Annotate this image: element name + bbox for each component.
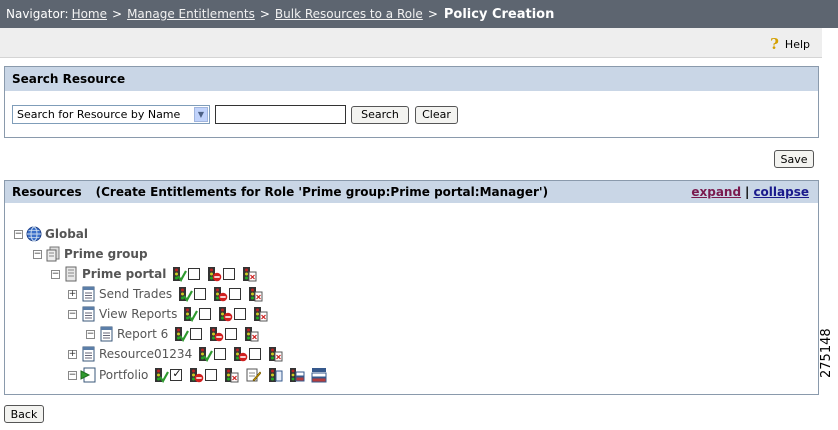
tree-node-label[interactable]: Prime group bbox=[64, 247, 148, 261]
collapse-toggle-icon[interactable]: − bbox=[68, 370, 77, 380]
tree-node-prime-group[interactable]: − Prime group bbox=[33, 245, 151, 263]
search-type-select[interactable]: Search for Resource by Name ▼ bbox=[12, 105, 210, 124]
breadcrumb-home[interactable]: Home bbox=[72, 7, 107, 21]
delegate-policy-icon[interactable] bbox=[252, 306, 268, 322]
deny-policy-icon bbox=[188, 367, 204, 383]
portlet-icon bbox=[80, 367, 96, 383]
navigator-label: Navigator: bbox=[6, 7, 69, 21]
tree-node-prime-portal[interactable]: − Prime portal bbox=[51, 265, 257, 283]
allow-policy-icon bbox=[153, 367, 169, 383]
document-icon bbox=[80, 306, 96, 322]
server-group-icon bbox=[45, 246, 61, 262]
help-label: Help bbox=[784, 37, 810, 51]
expand-toggle-icon[interactable]: + bbox=[68, 349, 77, 359]
collapse-toggle-icon[interactable]: − bbox=[33, 249, 42, 259]
tree-node-label[interactable]: Prime portal bbox=[82, 267, 166, 281]
server-icon bbox=[63, 266, 79, 282]
resources-title: Resources bbox=[12, 185, 82, 199]
tree-node-send-trades[interactable]: + Send Trades bbox=[68, 285, 263, 303]
help-link[interactable]: ? Help bbox=[770, 35, 810, 53]
breadcrumb-separator: > bbox=[112, 7, 123, 21]
expand-collapse-links: expand | collapse bbox=[691, 185, 809, 199]
deny-checkbox[interactable] bbox=[223, 268, 236, 280]
document-icon bbox=[98, 326, 114, 342]
allow-checkbox[interactable] bbox=[214, 348, 227, 360]
allow-policy-icon bbox=[173, 326, 189, 342]
allow-checkbox[interactable] bbox=[199, 308, 212, 320]
link-separator: | bbox=[745, 185, 750, 199]
allow-policy-icon bbox=[171, 266, 187, 282]
allow-checkbox[interactable] bbox=[188, 268, 201, 280]
deny-policy-icon bbox=[206, 266, 222, 282]
breadcrumb-bulk-resources[interactable]: Bulk Resources to a Role bbox=[275, 7, 423, 21]
allow-policy-icon bbox=[177, 286, 193, 302]
search-type-value: Search for Resource by Name bbox=[17, 108, 181, 121]
delegate-policy-icon[interactable] bbox=[267, 346, 283, 362]
tree-node-portfolio[interactable]: − Portfolio bbox=[68, 366, 327, 384]
deny-checkbox[interactable] bbox=[234, 308, 247, 320]
collapse-toggle-icon[interactable]: − bbox=[14, 229, 23, 239]
policy-table-icon[interactable] bbox=[311, 367, 327, 383]
delegate-policy-icon[interactable] bbox=[241, 266, 257, 282]
save-button[interactable]: Save bbox=[774, 150, 814, 168]
tree-node-label[interactable]: View Reports bbox=[99, 307, 177, 321]
allow-checkbox[interactable] bbox=[170, 367, 183, 381]
search-resource-panel: Search Resource Search for Resource by N… bbox=[4, 66, 819, 138]
tree-node-label[interactable]: Report 6 bbox=[117, 327, 168, 341]
collapse-toggle-icon[interactable]: − bbox=[86, 329, 95, 339]
resources-subtitle: (Create Entitlements for Role 'Prime gro… bbox=[95, 185, 549, 199]
tree-node-label[interactable]: Global bbox=[45, 227, 88, 241]
question-icon: ? bbox=[770, 35, 779, 53]
breadcrumb-separator: > bbox=[259, 7, 270, 21]
search-row: Search for Resource by Name ▼ Search Cle… bbox=[12, 105, 458, 124]
globe-icon bbox=[26, 226, 42, 242]
back-button[interactable]: Back bbox=[4, 405, 44, 423]
edit-policy-icon[interactable] bbox=[245, 367, 261, 383]
document-icon bbox=[80, 286, 96, 302]
tree-node-label[interactable]: Send Trades bbox=[99, 287, 172, 301]
collapse-toggle-icon[interactable]: − bbox=[51, 269, 60, 279]
page-title: Policy Creation bbox=[443, 6, 555, 22]
deny-checkbox[interactable] bbox=[249, 348, 262, 360]
tree-node-label[interactable]: Portfolio bbox=[99, 368, 148, 382]
navigator-bar: Navigator: Home > Manage Entitlements > … bbox=[0, 0, 838, 28]
resources-header: Resources (Create Entitlements for Role … bbox=[5, 181, 818, 203]
allow-policy-icon bbox=[197, 346, 213, 362]
breadcrumb-separator: > bbox=[427, 7, 438, 21]
tree-node-global[interactable]: − Global bbox=[14, 225, 91, 243]
delegate-policy-icon[interactable] bbox=[243, 326, 259, 342]
expand-toggle-icon[interactable]: + bbox=[68, 289, 77, 299]
expand-link[interactable]: expand bbox=[691, 185, 741, 199]
deny-checkbox[interactable] bbox=[229, 288, 242, 300]
search-panel-title: Search Resource bbox=[5, 67, 818, 91]
clear-button[interactable]: Clear bbox=[415, 105, 458, 124]
deny-policy-icon bbox=[208, 326, 224, 342]
deny-policy-icon bbox=[217, 306, 233, 322]
role-policy-icon[interactable] bbox=[289, 367, 305, 383]
collapse-toggle-icon[interactable]: − bbox=[68, 309, 77, 319]
deny-checkbox[interactable] bbox=[205, 369, 218, 381]
tree-node-view-reports[interactable]: − View Reports bbox=[68, 305, 268, 323]
allow-checkbox[interactable] bbox=[190, 328, 203, 340]
tree-node-report-6[interactable]: − Report 6 bbox=[86, 325, 259, 343]
deny-policy-icon bbox=[212, 286, 228, 302]
allow-checkbox[interactable] bbox=[194, 288, 207, 300]
tree-node-label[interactable]: Resource01234 bbox=[99, 347, 192, 361]
chevron-down-icon[interactable]: ▼ bbox=[194, 107, 208, 122]
document-icon bbox=[80, 346, 96, 362]
figure-number: 275148 bbox=[819, 328, 834, 378]
collapse-link[interactable]: collapse bbox=[753, 185, 809, 199]
delegate-policy-icon[interactable] bbox=[223, 367, 239, 383]
policy-list-icon[interactable] bbox=[267, 367, 283, 383]
search-button[interactable]: Search bbox=[351, 105, 409, 124]
help-bar: ? Help bbox=[0, 28, 822, 58]
deny-checkbox[interactable] bbox=[225, 328, 238, 340]
delegate-policy-icon[interactable] bbox=[247, 286, 263, 302]
search-input[interactable] bbox=[215, 105, 346, 124]
tree-node-resource01234[interactable]: + Resource01234 bbox=[68, 345, 283, 363]
deny-policy-icon bbox=[232, 346, 248, 362]
breadcrumb-manage-entitlements[interactable]: Manage Entitlements bbox=[127, 7, 255, 21]
allow-policy-icon bbox=[182, 306, 198, 322]
